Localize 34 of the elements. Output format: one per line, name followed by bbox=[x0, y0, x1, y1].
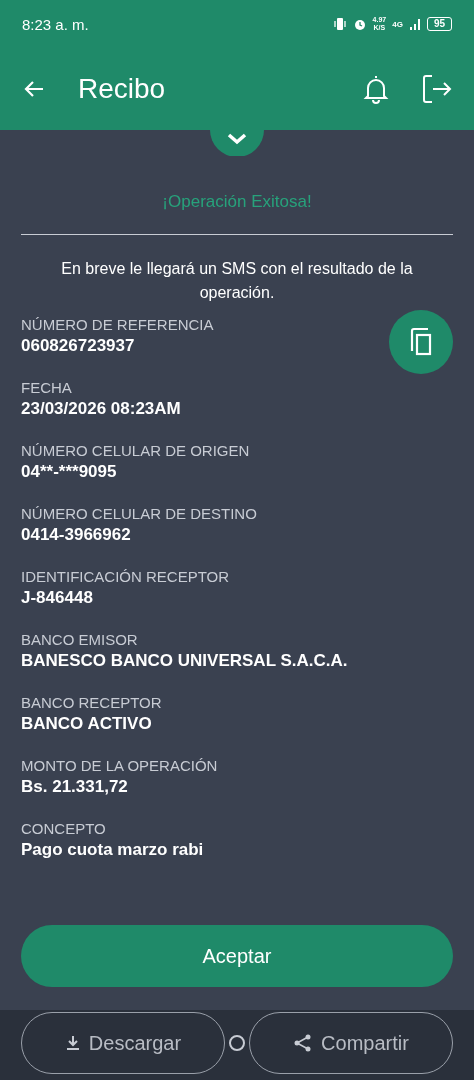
field-value: BANCO ACTIVO bbox=[21, 713, 152, 735]
field-value: BANESCO BANCO UNIVERSAL S.A.C.A. bbox=[21, 650, 348, 672]
field-label: FECHA bbox=[21, 378, 72, 398]
field-label: CONCEPTO bbox=[21, 819, 106, 839]
alarm-icon bbox=[352, 17, 367, 31]
sms-message: En breve le llegará un SMS con el resultado de la operación. bbox=[60, 259, 414, 303]
field-label: MONTO DE LA OPERACIÓN bbox=[21, 756, 218, 776]
field-label: NÚMERO CELULAR DE DESTINO bbox=[21, 504, 257, 524]
download-icon bbox=[64, 1035, 81, 1051]
chevron-down-icon[interactable] bbox=[210, 130, 264, 156]
field-value: J-846448 bbox=[21, 587, 93, 609]
copy-icon bbox=[408, 327, 434, 357]
status-time: 8:23 a. m. bbox=[22, 15, 89, 33]
success-title: ¡Operación Exitosa! bbox=[161, 192, 313, 212]
signal-icon bbox=[408, 18, 421, 30]
network-type: 4G bbox=[392, 19, 403, 29]
logout-icon[interactable] bbox=[420, 73, 452, 105]
battery-level: 95 bbox=[426, 17, 452, 31]
field-value: 23/03/2026 08:23AM bbox=[21, 398, 181, 420]
field-label: NÚMERO CELULAR DE ORIGEN bbox=[21, 441, 250, 461]
field-label: BANCO RECEPTOR bbox=[21, 693, 162, 713]
field-value: 0414-3966962 bbox=[21, 524, 131, 546]
screen-title: Recibo bbox=[78, 73, 167, 105]
field-value: Bs. 21.331,72 bbox=[21, 776, 128, 798]
field-value: Pago cuota marzo rabi bbox=[21, 839, 204, 861]
field-label: BANCO EMISOR bbox=[21, 630, 138, 650]
field-value: 060826723937 bbox=[21, 335, 135, 357]
vibrate-icon bbox=[332, 17, 347, 31]
field-label: IDENTIFICACIÓN RECEPTOR bbox=[21, 567, 230, 587]
field-value: 04**-***9095 bbox=[21, 461, 117, 483]
home-nav-icon[interactable] bbox=[228, 1034, 246, 1052]
accept-button[interactable]: Aceptar bbox=[21, 925, 453, 987]
bell-icon[interactable] bbox=[362, 74, 390, 104]
field-label: NÚMERO DE REFERENCIA bbox=[21, 315, 214, 335]
